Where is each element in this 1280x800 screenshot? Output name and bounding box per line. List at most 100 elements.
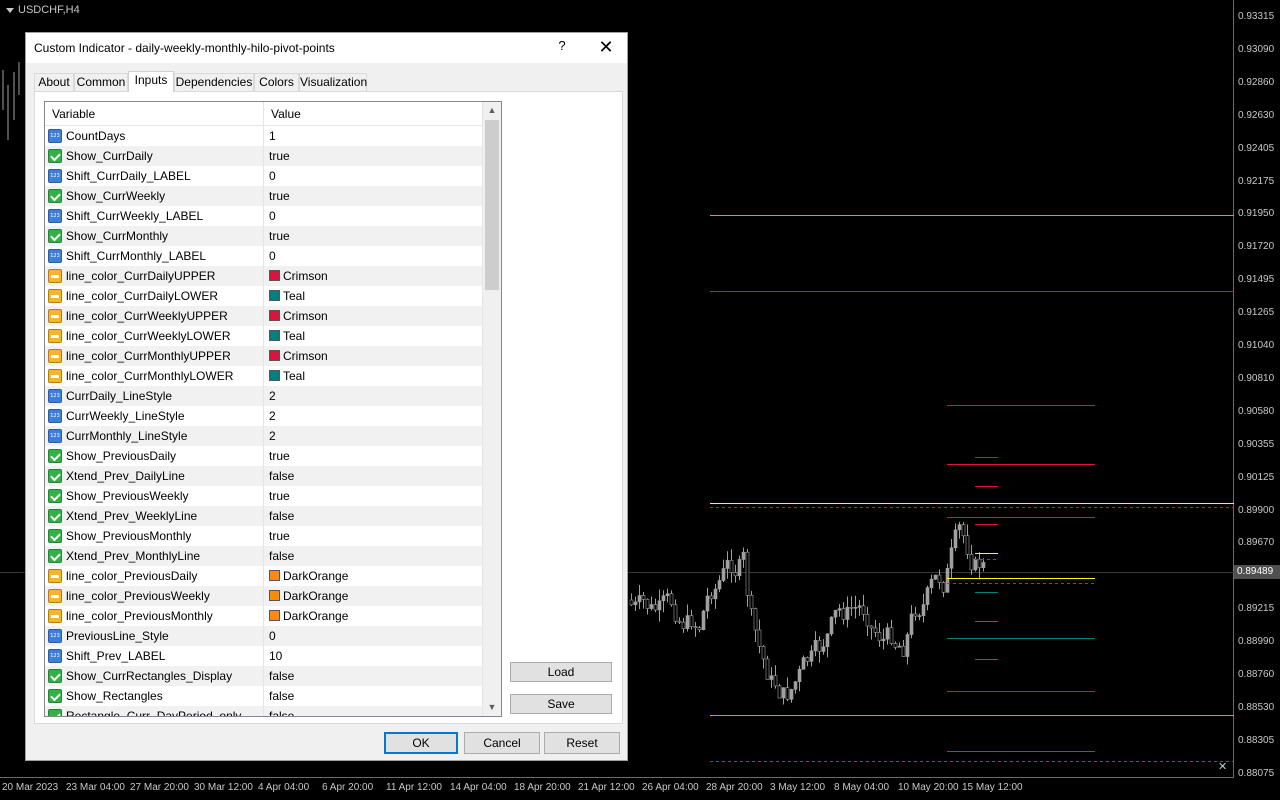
value-cell[interactable]: 0 <box>264 206 482 226</box>
grid-row[interactable]: Show_PreviousDaily true <box>45 446 482 466</box>
grid-row[interactable]: line_color_CurrMonthlyUPPER Crimson <box>45 346 482 366</box>
grid-row[interactable]: line_color_CurrMonthlyLOWER Teal <box>45 366 482 386</box>
grid-row[interactable]: line_color_CurrDailyLOWER Teal <box>45 286 482 306</box>
value-cell[interactable]: DarkOrange <box>264 566 482 586</box>
time-tick-label: 8 May 04:00 <box>834 782 890 793</box>
value-cell[interactable]: false <box>264 466 482 486</box>
grid-row[interactable]: CountDays 1 <box>45 126 482 146</box>
grid-row[interactable]: line_color_PreviousDaily DarkOrange <box>45 566 482 586</box>
tab-common[interactable]: Common <box>74 73 128 92</box>
grid-row[interactable]: CurrDaily_LineStyle 2 <box>45 386 482 406</box>
grid-row[interactable]: Show_CurrMonthly true <box>45 226 482 246</box>
help-icon[interactable]: ? <box>554 38 570 56</box>
chart-symbol-label[interactable]: USDCHF,H4 <box>6 4 80 16</box>
grid-row[interactable]: CurrWeekly_LineStyle 2 <box>45 406 482 426</box>
value-cell[interactable]: true <box>264 446 482 466</box>
price-tick-label: 0.91040 <box>1238 340 1275 351</box>
value-cell[interactable]: Crimson <box>264 346 482 366</box>
chevron-down-icon[interactable] <box>6 7 14 13</box>
candle-body <box>737 559 742 577</box>
value-cell[interactable]: true <box>264 186 482 206</box>
value-cell[interactable]: 2 <box>264 406 482 426</box>
reset-button[interactable]: Reset <box>544 732 620 754</box>
header-variable[interactable]: Variable <box>45 102 264 126</box>
scrollbar-thumb[interactable] <box>485 120 499 290</box>
grid-row[interactable]: line_color_PreviousMonthly DarkOrange <box>45 606 482 626</box>
scroll-up-icon[interactable]: ▲ <box>483 102 501 119</box>
dialog-title-bar[interactable]: Custom Indicator - daily-weekly-monthly-… <box>26 33 627 63</box>
value-cell[interactable]: 0 <box>264 246 482 266</box>
tab-inputs[interactable]: Inputs <box>128 71 174 92</box>
inputs-grid[interactable]: Variable Value CountDays1Show_CurrDailyt… <box>44 101 502 717</box>
grid-row[interactable]: Rectangle_Curr_DayPeriod_only false <box>45 706 482 716</box>
grid-row[interactable]: Shift_CurrMonthly_LABEL 0 <box>45 246 482 266</box>
scroll-down-icon[interactable]: ▼ <box>483 699 501 716</box>
grid-row[interactable]: Shift_CurrWeekly_LABEL 0 <box>45 206 482 226</box>
variable-cell: Xtend_Prev_DailyLine <box>45 466 264 486</box>
grid-row[interactable]: Show_CurrDaily true <box>45 146 482 166</box>
value-cell[interactable]: DarkOrange <box>264 606 482 626</box>
variable-cell: Shift_Prev_LABEL <box>45 646 264 666</box>
save-button[interactable]: Save <box>510 694 612 714</box>
grid-row[interactable]: Show_Rectangles false <box>45 686 482 706</box>
value-cell[interactable]: true <box>264 146 482 166</box>
grid-row[interactable]: line_color_CurrWeeklyUPPER Crimson <box>45 306 482 326</box>
grid-row[interactable]: Xtend_Prev_WeeklyLine false <box>45 506 482 526</box>
variable-cell: Show_PreviousMonthly <box>45 526 264 546</box>
tab-colors[interactable]: Colors <box>254 73 299 92</box>
grid-row[interactable]: Show_CurrRectangles_Display false <box>45 666 482 686</box>
grid-scrollbar[interactable]: ▲ ▼ <box>482 102 501 716</box>
value-cell[interactable]: false <box>264 506 482 526</box>
grid-row[interactable]: Shift_CurrDaily_LABEL 0 <box>45 166 482 186</box>
price-tick-label: 0.91950 <box>1238 208 1275 220</box>
grid-row[interactable]: Xtend_Prev_DailyLine false <box>45 466 482 486</box>
value-cell[interactable]: true <box>264 526 482 546</box>
cancel-button[interactable]: Cancel <box>464 732 540 754</box>
price-tick-label: 0.93090 <box>1238 43 1275 55</box>
candle-body <box>729 560 734 573</box>
tab-dependencies[interactable]: Dependencies <box>174 73 254 92</box>
value-cell[interactable]: false <box>264 686 482 706</box>
value-text: Crimson <box>283 349 328 363</box>
value-cell[interactable]: false <box>264 706 482 716</box>
grid-row[interactable]: CurrMonthly_LineStyle 2 <box>45 426 482 446</box>
candle-body <box>733 572 738 577</box>
color-swatch <box>269 330 280 341</box>
value-cell[interactable]: 0 <box>264 166 482 186</box>
grid-row[interactable]: Show_CurrWeekly true <box>45 186 482 206</box>
variable-name: CurrWeekly_LineStyle <box>66 409 185 423</box>
grid-row[interactable]: Shift_Prev_LABEL 10 <box>45 646 482 666</box>
value-cell[interactable]: Teal <box>264 286 482 306</box>
value-cell[interactable]: 2 <box>264 426 482 446</box>
value-cell[interactable]: 1 <box>264 126 482 146</box>
value-cell[interactable]: Teal <box>264 326 482 346</box>
value-cell[interactable]: Teal <box>264 366 482 386</box>
value-cell[interactable]: 10 <box>264 646 482 666</box>
grid-body: CountDays1Show_CurrDailytrueShift_CurrDa… <box>45 126 482 716</box>
value-cell[interactable]: true <box>264 486 482 506</box>
ok-button[interactable]: OK <box>384 732 458 754</box>
grid-row[interactable]: Show_PreviousMonthly true <box>45 526 482 546</box>
grid-row[interactable]: line_color_CurrWeeklyLOWER Teal <box>45 326 482 346</box>
load-button[interactable]: Load <box>510 662 612 682</box>
candle-body <box>937 574 942 583</box>
tab-visualization[interactable]: Visualization <box>299 73 367 92</box>
tab-about[interactable]: About <box>34 73 74 92</box>
value-cell[interactable]: false <box>264 546 482 566</box>
grid-row[interactable]: line_color_CurrDailyUPPER Crimson <box>45 266 482 286</box>
value-cell[interactable]: false <box>264 666 482 686</box>
value-cell[interactable]: 2 <box>264 386 482 406</box>
value-cell[interactable]: Crimson <box>264 266 482 286</box>
grid-row[interactable]: Xtend_Prev_MonthlyLine false <box>45 546 482 566</box>
value-cell[interactable]: 0 <box>264 626 482 646</box>
variable-cell: line_color_PreviousWeekly <box>45 586 264 606</box>
grid-row[interactable]: Show_PreviousWeekly true <box>45 486 482 506</box>
time-tick-label: 20 Mar 2023 <box>2 782 59 793</box>
grid-row[interactable]: line_color_PreviousWeekly DarkOrange <box>45 586 482 606</box>
header-value[interactable]: Value <box>264 102 482 126</box>
value-cell[interactable]: true <box>264 226 482 246</box>
value-cell[interactable]: Crimson <box>264 306 482 326</box>
grid-row[interactable]: PreviousLine_Style 0 <box>45 626 482 646</box>
close-icon[interactable]: ✕ <box>594 36 618 60</box>
value-cell[interactable]: DarkOrange <box>264 586 482 606</box>
